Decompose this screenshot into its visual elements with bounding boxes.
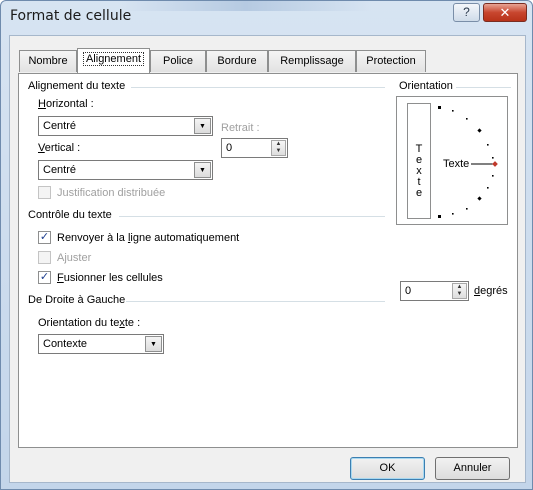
orientation-divider xyxy=(456,87,511,88)
tab-police[interactable]: Police xyxy=(150,50,206,72)
tab-nombre[interactable]: Nombre xyxy=(19,50,77,72)
degrees-label: degrés xyxy=(474,285,508,297)
title-bar-glow xyxy=(121,1,371,11)
chevron-down-icon[interactable]: ▼ xyxy=(194,118,211,134)
shrink-to-fit-box[interactable] xyxy=(38,251,51,264)
horizontal-select-value: Centré xyxy=(43,120,77,132)
dial-dot xyxy=(452,110,454,112)
text-direction-label: Orientation du texte : xyxy=(38,317,141,329)
spin-up-icon[interactable]: ▲ xyxy=(272,141,285,148)
text-direction-select[interactable]: Contexte ▼ xyxy=(38,334,164,354)
chevron-down-icon[interactable]: ▼ xyxy=(145,336,162,352)
degrees-spinner[interactable]: 0 ▲ ▼ xyxy=(400,281,469,301)
tab-remplissage[interactable]: Remplissage xyxy=(268,50,356,72)
dial-text: Texte xyxy=(443,158,470,170)
dial-dot xyxy=(452,213,454,215)
merge-cells-label: Fusionner les cellules xyxy=(57,271,163,284)
vertical-select-value: Centré xyxy=(43,164,77,176)
dial-handle xyxy=(492,161,498,167)
indent-label: Retrait : xyxy=(221,122,260,134)
dial-dot xyxy=(492,175,494,177)
dial-dot xyxy=(477,128,482,133)
vertical-letter: e xyxy=(415,187,423,199)
indent-value: 0 xyxy=(226,142,233,154)
dial-dot xyxy=(438,215,441,218)
tab-alignement[interactable]: Alignement xyxy=(77,48,150,73)
spin-down-icon[interactable]: ▼ xyxy=(272,148,285,155)
rtl-divider xyxy=(126,301,385,302)
dial-dot xyxy=(487,187,489,189)
dial-dot xyxy=(466,208,468,210)
vertical-text-letters: T e x t e xyxy=(408,144,430,199)
orientation-title: Orientation xyxy=(399,80,453,92)
help-button[interactable]: ? xyxy=(453,3,480,22)
shrink-to-fit-checkbox[interactable]: Ajuster xyxy=(38,251,91,264)
cancel-button[interactable]: Annuler xyxy=(435,457,510,480)
dialog-client-area: Nombre Alignement Police Bordure Remplis… xyxy=(9,35,526,483)
alignment-panel: Alignement du texte Horizontal : Centré … xyxy=(18,73,518,448)
merge-cells-checkbox[interactable]: ✓ Fusionner les cellules xyxy=(38,271,163,284)
vertical-select[interactable]: Centré ▼ xyxy=(38,160,213,180)
indent-spin-buttons[interactable]: ▲ ▼ xyxy=(271,140,286,156)
text-alignment-divider xyxy=(131,87,385,88)
wrap-text-check-icon[interactable]: ✓ xyxy=(38,231,51,244)
distributed-checkbox[interactable]: Justification distribuée xyxy=(38,186,165,199)
format-cells-dialog: Format de cellule ? ✕ Nombre Alignement … xyxy=(0,0,533,490)
vertical-label: Vertical : xyxy=(38,142,81,154)
text-alignment-title: Alignement du texte xyxy=(28,80,126,92)
orientation-control[interactable]: T e x t e Texte xyxy=(396,96,508,225)
degrees-spin-buttons[interactable]: ▲ ▼ xyxy=(452,283,467,299)
spin-down-icon[interactable]: ▼ xyxy=(453,291,466,298)
close-button[interactable]: ✕ xyxy=(483,3,527,22)
chevron-down-icon[interactable]: ▼ xyxy=(194,162,211,178)
vertical-text-button[interactable]: T e x t e xyxy=(407,103,431,219)
distributed-label: Justification distribuée xyxy=(57,186,166,199)
dial-dot xyxy=(492,157,494,159)
dial-dot xyxy=(466,118,468,120)
text-direction-value: Contexte xyxy=(43,338,88,350)
dial-dot xyxy=(477,196,482,201)
ok-button[interactable]: OK xyxy=(350,457,425,480)
tab-protection[interactable]: Protection xyxy=(356,50,426,72)
title-bar: Format de cellule ? ✕ xyxy=(1,1,532,35)
dial-dot xyxy=(438,106,441,109)
degrees-value: 0 xyxy=(405,285,412,297)
indent-spinner[interactable]: 0 ▲ ▼ xyxy=(221,138,288,158)
text-control-title: Contrôle du texte xyxy=(28,209,112,221)
shrink-to-fit-label: Ajuster xyxy=(57,251,92,264)
dialog-title: Format de cellule xyxy=(10,8,132,24)
merge-cells-check-icon[interactable]: ✓ xyxy=(38,271,51,284)
wrap-text-label: Renvoyer à la ligne automatiquement xyxy=(57,231,240,244)
rtl-title: De Droite à Gauche xyxy=(28,294,126,306)
distributed-checkbox-box[interactable] xyxy=(38,186,51,199)
wrap-text-checkbox[interactable]: ✓ Renvoyer à la ligne automatiquement xyxy=(38,231,239,244)
spin-up-icon[interactable]: ▲ xyxy=(453,284,466,291)
dial-dot xyxy=(487,144,489,146)
horizontal-select[interactable]: Centré ▼ xyxy=(38,116,213,136)
text-control-divider xyxy=(119,216,385,217)
tab-bordure[interactable]: Bordure xyxy=(206,50,268,72)
horizontal-label: Horizontal : xyxy=(38,98,94,110)
